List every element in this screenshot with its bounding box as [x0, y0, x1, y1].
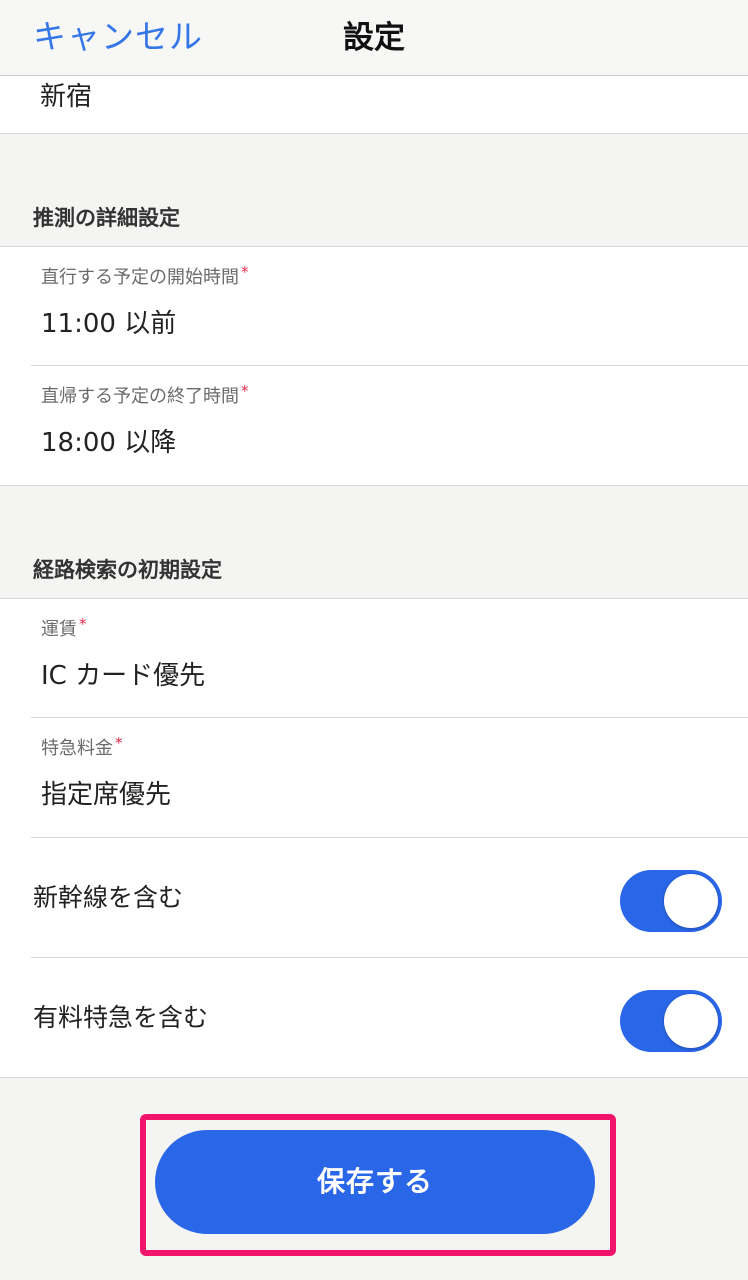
estimation-group: 直行する予定の開始時間 * 11:00 以前 直帰する予定の終了時間 * 18:00…	[0, 247, 748, 486]
section-title-estimation: 推測の詳細設定	[33, 206, 180, 230]
shinkansen-toggle[interactable]	[620, 870, 722, 932]
shinkansen-row: 新幹線を含む	[0, 838, 748, 958]
required-mark: *	[241, 382, 249, 400]
toggle-knob	[664, 994, 718, 1048]
express-fee-value: 指定席優先	[41, 780, 172, 810]
fare-field[interactable]: 運賃 * IC カード優先	[0, 599, 748, 719]
paid-express-label: 有料特急を含む	[33, 1003, 209, 1032]
station-row[interactable]: 新宿	[0, 76, 748, 134]
save-button[interactable]: 保存する	[155, 1130, 595, 1234]
express-fee-field[interactable]: 特急料金 * 指定席優先	[0, 718, 748, 838]
end-time-caption: 直帰する予定の終了時間 *	[41, 382, 249, 407]
paid-express-toggle[interactable]	[620, 990, 722, 1052]
section-title-route: 経路検索の初期設定	[33, 558, 222, 582]
start-time-caption: 直行する予定の開始時間 *	[41, 263, 249, 288]
required-mark: *	[79, 615, 87, 633]
toggle-knob	[664, 874, 718, 928]
nav-bar: キャンセル 設定	[0, 0, 748, 76]
end-time-value: 18:00 以降	[41, 428, 177, 458]
required-mark: *	[115, 734, 123, 752]
shinkansen-label: 新幹線を含む	[33, 883, 184, 912]
route-group: 運賃 * IC カード優先 特急料金 * 指定席優先 新幹線を含む 有料特急を含む	[0, 599, 748, 1078]
express-fee-caption: 特急料金 *	[41, 734, 123, 759]
station-value: 新宿	[40, 82, 93, 112]
end-time-field[interactable]: 直帰する予定の終了時間 * 18:00 以降	[0, 366, 748, 486]
start-time-value: 11:00 以前	[41, 309, 177, 339]
start-time-field[interactable]: 直行する予定の開始時間 * 11:00 以前	[0, 247, 748, 367]
page-title: 設定	[343, 20, 405, 56]
fare-caption: 運賃 *	[41, 615, 87, 640]
section-header-estimation: 推測の詳細設定	[0, 134, 748, 247]
fare-value: IC カード優先	[41, 661, 206, 691]
section-header-route: 経路検索の初期設定	[0, 486, 748, 599]
paid-express-row: 有料特急を含む	[0, 958, 748, 1078]
required-mark: *	[241, 263, 249, 281]
